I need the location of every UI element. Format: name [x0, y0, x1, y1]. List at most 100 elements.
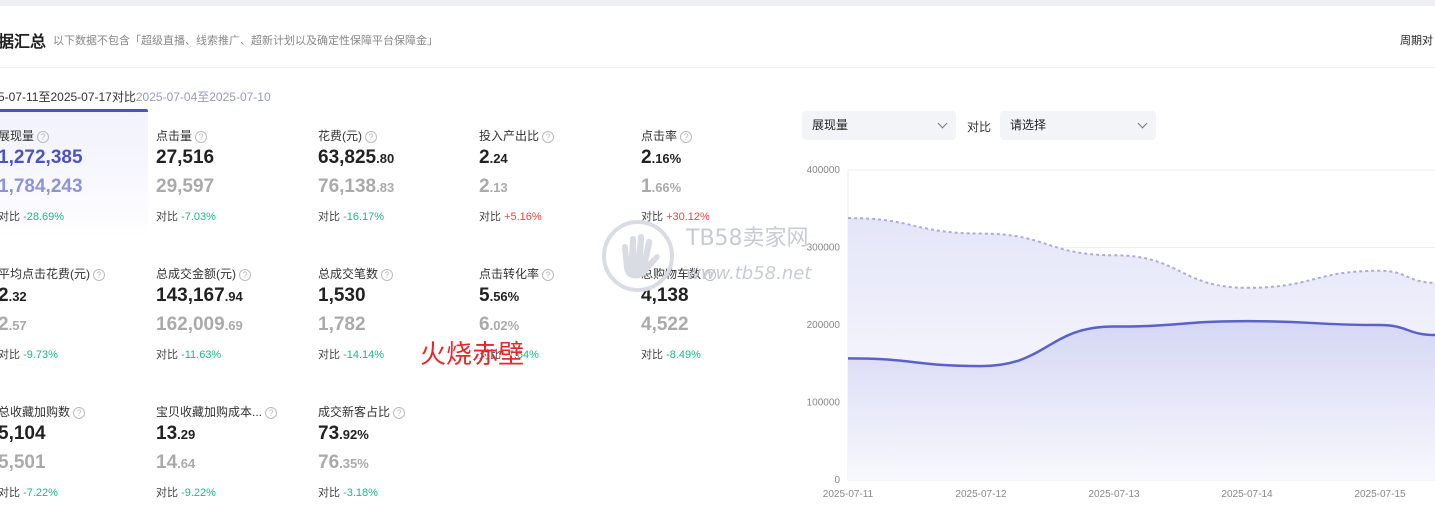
metric-label-text: 点击率	[641, 129, 678, 143]
help-icon[interactable]: ?	[381, 269, 394, 281]
compare-label: 对比	[111, 90, 136, 104]
metric-compare-value: 29,597	[156, 176, 214, 198]
metric-value: 2.16%	[641, 147, 681, 169]
metric-diff: 对比 -14.14%	[318, 346, 384, 362]
metric-compare-dec: .02%	[489, 318, 520, 333]
metric-diff-value: -14.14%	[343, 349, 385, 361]
compare-select[interactable]: 请选择	[1000, 111, 1156, 140]
metric-card[interactable]: 总收藏加购数? 5,104 5,501 对比 -7.22%	[0, 403, 148, 508]
y-tick-label: 400000	[807, 165, 841, 176]
help-icon[interactable]: ?	[393, 407, 406, 419]
metric-value-dec: .16%	[651, 151, 682, 166]
metric-diff-value: -7.22%	[23, 487, 58, 499]
help-icon[interactable]: ?	[73, 407, 86, 419]
help-icon[interactable]: ?	[365, 131, 377, 143]
metric-label: 花费(元)?	[318, 127, 377, 144]
metric-value-int: 2	[0, 285, 9, 306]
metric-label: 点击转化率?	[479, 265, 555, 282]
metric-compare-dec: .57	[8, 318, 27, 333]
metric-diff-value: -28.69%	[23, 211, 65, 223]
metric-diff-value: -8.49%	[666, 349, 701, 361]
metric-compare-dec: .35%	[339, 456, 369, 471]
metric-diff-value: -7.03%	[181, 211, 216, 223]
watermark-url: www.tb58.net	[686, 263, 812, 284]
red-text-stamp: 火烧赤壁	[420, 340, 525, 370]
metric-label-text: 总成交金额(元)	[156, 267, 236, 281]
metric-diff-label: 对比	[318, 349, 340, 361]
metric-compare-value: 76.35%	[318, 452, 369, 474]
trend-chart[interactable]: 400000 300000 200000 100000 0 2025-07-11 2025-…	[790, 158, 1435, 508]
help-icon[interactable]: ?	[265, 407, 278, 419]
help-icon[interactable]: ?	[680, 131, 693, 143]
chart-compare-label: 对比	[967, 120, 992, 134]
compare-select-value: 请选择	[1010, 118, 1047, 132]
metric-diff: 对比 -3.18%	[318, 484, 378, 500]
metric-card[interactable]: 点击量? 27,516 29,597 对比 -7.03%	[156, 127, 306, 245]
metric-label: 成交新客占比?	[318, 403, 406, 420]
metric-diff-label: 对比	[0, 349, 20, 361]
metric-compare-int: 29,597	[156, 176, 215, 197]
metric-value-int: 1,272,385	[0, 147, 83, 168]
help-icon[interactable]: ?	[239, 269, 251, 281]
metric-diff: 对比 -7.22%	[0, 484, 58, 500]
metric-diff-value: -9.73%	[23, 349, 58, 361]
metric-label-text: 花费(元)	[318, 129, 362, 143]
metric-label: 点击量?	[156, 127, 208, 144]
y-tick-label: 0	[834, 475, 840, 486]
help-icon[interactable]: ?	[542, 131, 555, 143]
metric-diff: 对比 -16.17%	[318, 208, 384, 224]
hand-logo-watermark	[602, 220, 674, 292]
metric-card[interactable]: 总成交金额(元)? 143,167.94 162,009.69 对比 -11.63%	[156, 265, 306, 383]
metric-diff-label: 对比	[0, 211, 20, 223]
metric-diff: 对比 -8.49%	[641, 346, 701, 362]
metric-value: 5.56%	[479, 285, 519, 307]
metric-diff: 对比 +5.16%	[479, 208, 542, 224]
metric-value: 13.29	[156, 423, 195, 445]
help-icon[interactable]: ?	[542, 269, 555, 281]
metric-compare-value: 14.64	[156, 452, 195, 474]
metric-value-dec: .32	[8, 289, 27, 304]
metric-compare-int: 1	[641, 176, 652, 197]
help-icon[interactable]: ?	[93, 269, 105, 281]
metric-compare-value: 4,522	[641, 314, 689, 336]
y-tick-label: 100000	[807, 398, 841, 409]
metric-diff-label: 对比	[479, 211, 501, 223]
metric-diff-label: 对比	[156, 211, 178, 223]
metric-compare-int: 6	[479, 314, 490, 335]
metric-value-int: 1,530	[318, 285, 366, 306]
metric-compare-value: 6.02%	[479, 314, 519, 336]
metric-card[interactable]: 平均点击花费(元)? 2.32 2.57 对比 -9.73%	[0, 265, 148, 383]
metric-value-int: 73	[318, 423, 340, 444]
help-icon[interactable]: ?	[37, 131, 50, 143]
metric-card[interactable]: 成交新客占比? 73.92% 76.35% 对比 -3.18%	[318, 403, 468, 508]
metric-label-text: 成交新客占比	[318, 405, 391, 419]
x-tick-label: 2025-07-14	[1221, 489, 1273, 500]
help-icon[interactable]: ?	[195, 131, 208, 143]
metric-compare-int: 162,009	[156, 314, 225, 335]
metric-value-int: 27,516	[156, 147, 215, 168]
period-compare-link[interactable]: 周期对	[1400, 32, 1433, 48]
metric-diff-label: 对比	[641, 349, 663, 361]
metric-diff-label: 对比	[318, 211, 340, 223]
section-subtitle: 以下数据不包含「超级直播、线索推广、超新计划以及确定性保障平台保障金」	[53, 35, 438, 47]
metric-compare-dec: .66%	[651, 180, 682, 195]
metric-value-dec: .92%	[339, 427, 369, 442]
metric-compare-int: 14	[156, 452, 178, 473]
metric-diff-value: -11.63%	[181, 349, 222, 361]
metric-value-int: 143,167	[156, 285, 225, 306]
metric-compare-value: 1,784,243	[0, 176, 83, 198]
x-tick-label: 2025-07-12	[955, 489, 1007, 500]
metric-value: 143,167.94	[156, 285, 243, 307]
metric-diff-value: +5.16%	[504, 211, 542, 223]
metric-card[interactable]: 花费(元)? 63,825.80 76,138.83 对比 -16.17%	[318, 127, 468, 245]
metric-value-dec: .24	[489, 151, 508, 166]
metric-compare-dec: .69	[224, 318, 243, 333]
metric-card[interactable]: 宝贝收藏加购成本...? 13.29 14.64 对比 -9.22%	[156, 403, 306, 508]
metric-card[interactable]: 展现量? 1,272,385 1,784,243 对比 -28.69%	[0, 109, 148, 239]
metric-compare-int: 5,501	[0, 452, 46, 473]
metric-compare-dec: .83	[376, 180, 395, 195]
metric-label: 总成交金额(元)?	[156, 265, 251, 282]
metric-value-int: 63,825	[318, 147, 377, 168]
metric-compare-int: 76,138	[318, 176, 377, 197]
metric-select[interactable]: 展现量	[802, 111, 956, 140]
